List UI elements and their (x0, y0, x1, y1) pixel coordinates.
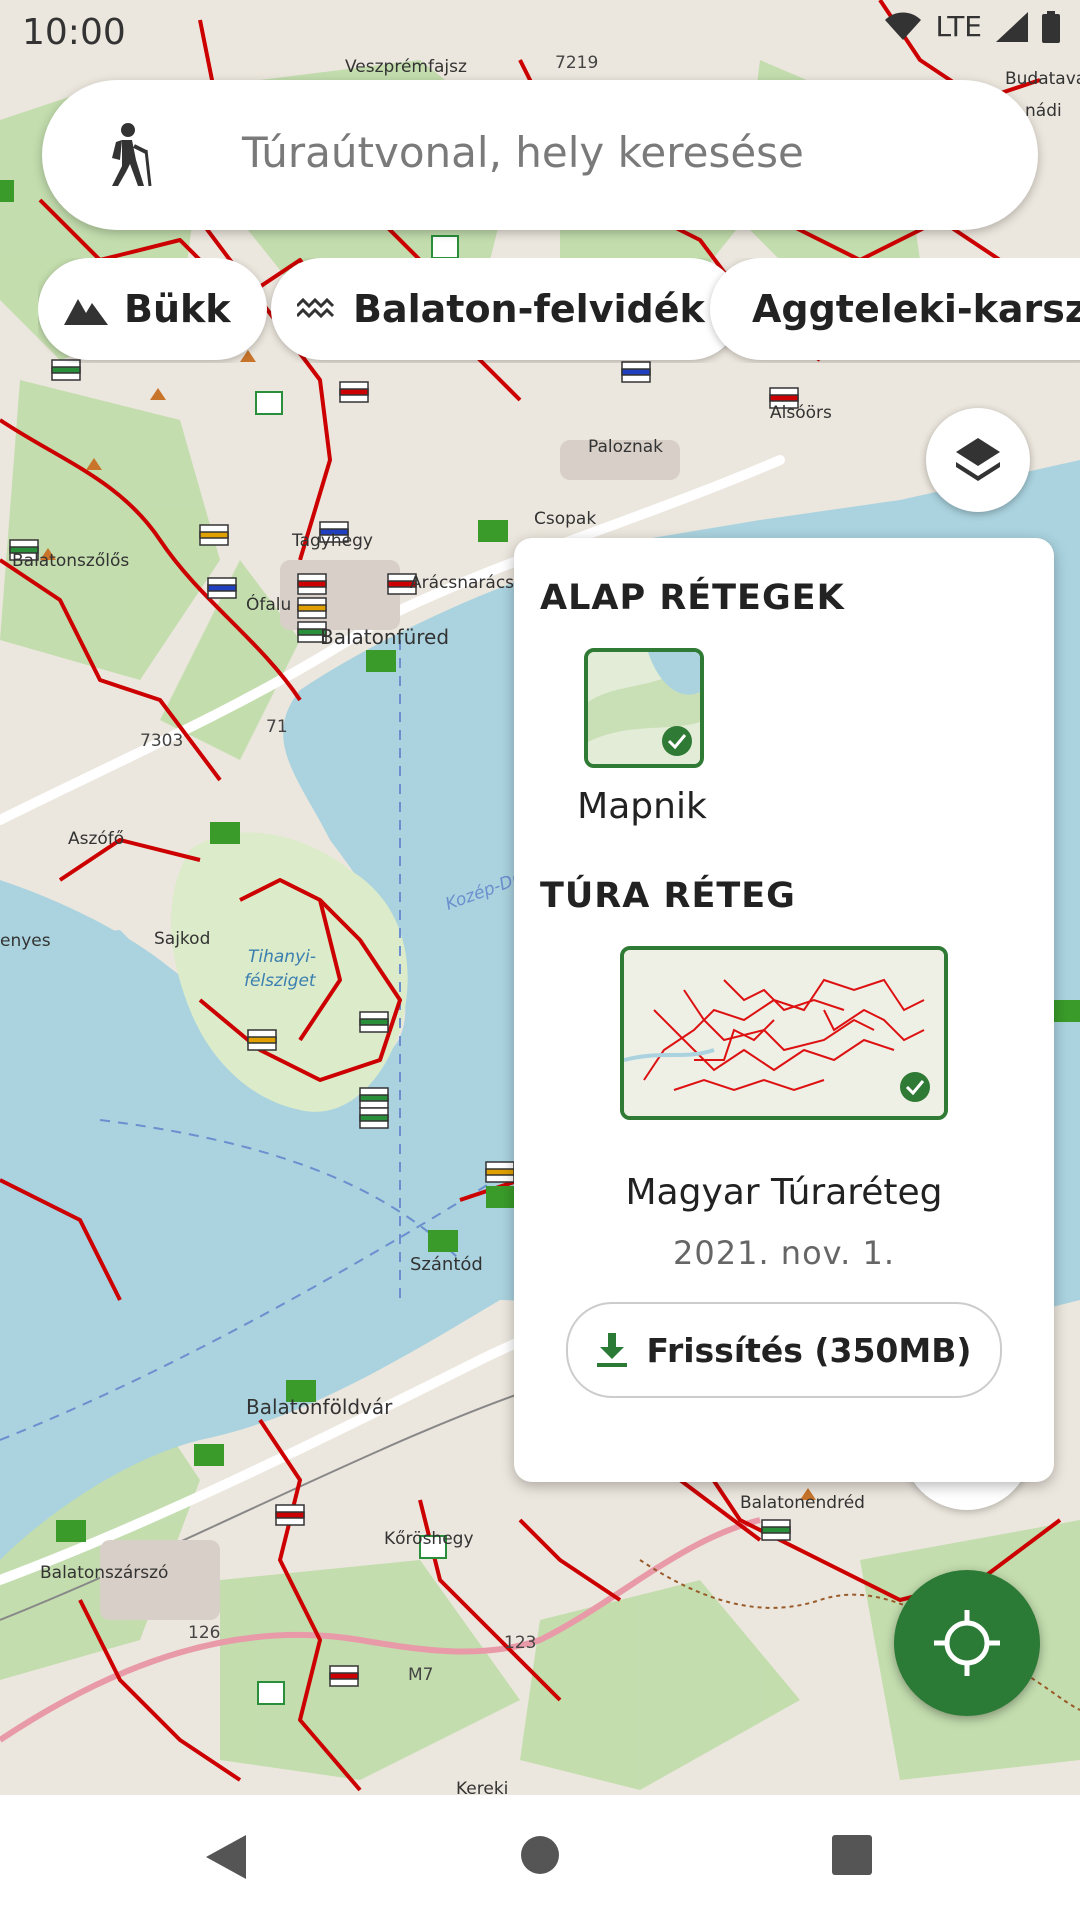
waves-icon (297, 297, 335, 319)
hiking-layer-name: Magyar Túraréteg (625, 1172, 943, 1213)
svg-text:Balatonszárszó: Balatonszárszó (40, 1563, 168, 1583)
home-icon[interactable] (520, 1835, 560, 1875)
svg-text:M7: M7 (408, 1665, 433, 1685)
svg-text:enyes: enyes (0, 931, 51, 951)
hiking-layer-preview (624, 950, 944, 1116)
chip-label: Bükk (124, 287, 231, 331)
back-icon[interactable] (206, 1835, 246, 1879)
svg-text:nádi: nádi (1025, 101, 1062, 121)
recents-icon[interactable] (832, 1835, 872, 1875)
svg-text:Tagyhegy: Tagyhegy (291, 531, 373, 551)
svg-text:Tihanyi-: Tihanyi- (248, 947, 316, 967)
gps-crosshair-icon (934, 1610, 1000, 1676)
chip-balaton-felvidek[interactable]: Balaton-felvidék (271, 258, 741, 360)
svg-text:Balatonendréd: Balatonendréd (740, 1493, 865, 1513)
svg-text:Kőröshegy: Kőröshegy (384, 1529, 474, 1549)
hiking-layer-thumbnail[interactable] (620, 946, 948, 1120)
svg-text:Balatonföldvár: Balatonföldvár (246, 1395, 393, 1419)
svg-text:Balatonszőlős: Balatonszőlős (12, 551, 129, 571)
svg-text:7303: 7303 (140, 731, 183, 751)
chip-bukk[interactable]: Bükk (38, 258, 267, 360)
status-time: 10:00 (22, 12, 126, 53)
svg-text:Aszófő: Aszófő (68, 829, 124, 849)
base-layer-thumbnail[interactable] (584, 648, 704, 768)
system-nav-bar (0, 1795, 1080, 1920)
my-location-button[interactable] (894, 1570, 1040, 1716)
search-input[interactable]: Túraútvonal, hely keresése (242, 128, 804, 177)
base-layer-name: Mapnik (577, 786, 707, 827)
chip-label: Balaton-felvidék (353, 287, 705, 331)
download-icon (596, 1333, 627, 1367)
svg-text:71: 71 (266, 717, 288, 737)
svg-text:Alsóörs: Alsóörs (770, 403, 832, 423)
hiking-layer-check-icon (900, 1072, 930, 1102)
network-type: LTE (935, 10, 982, 43)
svg-text:Balatonfüred: Balatonfüred (320, 625, 449, 649)
svg-text:Szántód: Szántód (410, 1254, 483, 1275)
base-layers-title: ALAP RÉTEGEK (540, 578, 845, 618)
svg-text:Csopak: Csopak (534, 509, 596, 529)
status-icons: LTE (885, 10, 1060, 43)
battery-icon (1042, 10, 1060, 43)
svg-text:Budatava: Budatava (1005, 69, 1080, 89)
svg-text:Paloznak: Paloznak (588, 437, 663, 457)
svg-text:Kereki: Kereki (456, 1779, 508, 1795)
layers-icon (956, 438, 1000, 481)
status-bar: 10:00 LTE (0, 0, 1080, 62)
svg-text:123: 123 (504, 1633, 536, 1653)
layers-panel: ALAP RÉTEGEK Mapnik TÚRA RÉTEG Magyar Tú… (514, 538, 1054, 1482)
search-bar[interactable]: Túraútvonal, hely keresése (42, 80, 1038, 230)
refresh-label: Frissítés (350MB) (646, 1330, 972, 1370)
chip-aggteleki-karszt[interactable]: Aggteleki-karszt (710, 258, 1080, 360)
svg-text:126: 126 (188, 1623, 220, 1643)
signal-icon (996, 11, 1028, 42)
hiking-layer-date: 2021. nov. 1. (673, 1234, 895, 1272)
refresh-button[interactable]: Frissítés (350MB) (566, 1302, 1002, 1398)
mountain-icon (64, 299, 108, 325)
svg-text:Ófalu: Ófalu (246, 593, 291, 615)
chip-label: Aggteleki-karszt (752, 287, 1080, 331)
region-chips: Bükk Balaton-felvidék Aggteleki-karszt (38, 258, 1080, 363)
hiking-layer-title: TÚRA RÉTEG (540, 876, 796, 916)
base-layer-check-icon (662, 726, 692, 756)
svg-text:Sajkod: Sajkod (154, 929, 210, 949)
layers-button[interactable] (926, 408, 1030, 512)
hiker-icon (112, 123, 152, 187)
svg-text:Arácsnarács: Arácsnarács (410, 573, 514, 593)
wifi-icon (885, 12, 922, 40)
svg-text:félsziget: félsziget (244, 971, 317, 991)
